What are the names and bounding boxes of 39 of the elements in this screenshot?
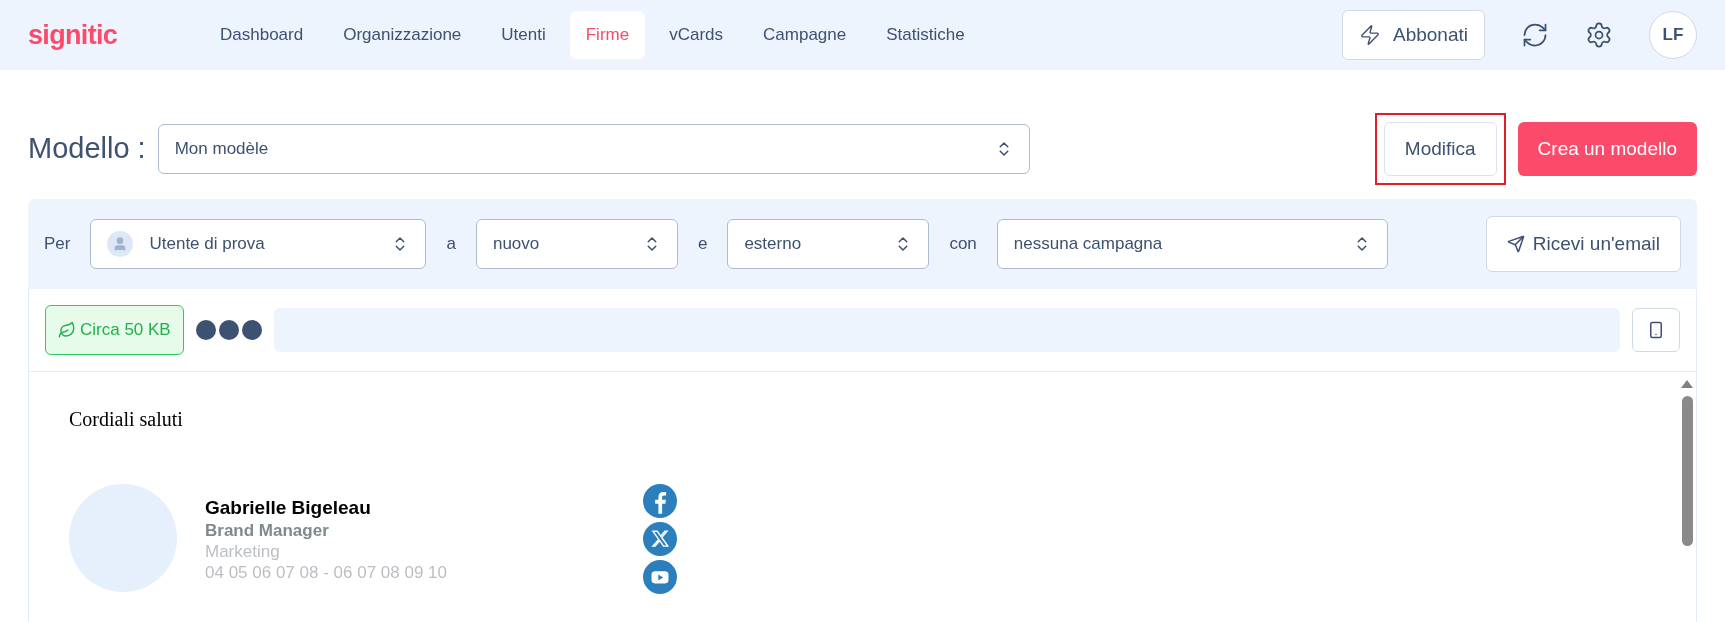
filter-select[interactable]: nessuna campagna [996,219,1388,269]
phone-numbers: 04 05 06 07 08 - 06 07 08 09 10 [205,562,447,584]
mobile-view-button[interactable] [1632,308,1680,352]
filter-label: con [949,233,977,256]
edit-button[interactable]: Modifica [1383,122,1497,176]
refresh-icon[interactable] [1521,21,1549,49]
nav-tab[interactable]: Statistiche [870,11,981,59]
subscribe-button[interactable]: Abbonati [1342,10,1485,60]
lightning-icon [1359,24,1381,46]
x-icon[interactable] [643,522,677,556]
greeting-text: Cordiali saluti [69,407,184,432]
filter-label: Per [44,233,71,256]
filter-label: a [446,233,456,256]
filter-label: e [697,233,708,256]
phone-icon [1647,321,1665,339]
filter-select[interactable]: Utente di prova [90,219,427,269]
send-icon [1506,235,1525,253]
email-button[interactable]: Ricevi un'email [1485,216,1681,272]
facebook-icon[interactable] [643,484,677,518]
filter-select[interactable]: esterno [727,219,930,269]
job-title: Brand Manager [205,519,330,541]
nav-tab[interactable]: Campagne [747,11,863,59]
model-label: Modello : [28,131,146,167]
nav-tab[interactable]: Dashboard [204,11,320,59]
person-name: Gabrielle Bigeleau [205,496,372,520]
user-icon [107,231,134,257]
department: Marketing [205,541,281,563]
settings-icon[interactable] [1585,21,1613,49]
filter-select[interactable]: nuovo [475,219,678,269]
youtube-icon[interactable] [643,560,677,594]
nav-tab[interactable]: Organizzazione [327,11,478,59]
loading-dots-icon [195,320,262,340]
leaf-icon [58,321,76,339]
scroll-up-icon [1681,380,1693,388]
nav-tab[interactable]: vCards [653,11,740,59]
nav-tab[interactable]: Utenti [485,11,562,59]
size-badge: Circa 50 KB [45,305,184,355]
user-avatar[interactable]: LF [1649,11,1697,59]
model-select[interactable]: Mon modèle [157,124,1030,174]
